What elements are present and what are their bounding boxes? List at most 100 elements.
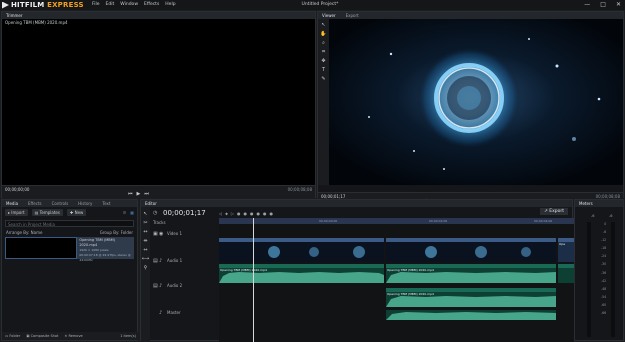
menu-bar: File Edit Window Effects Help (92, 2, 176, 7)
folder-label: Folder (9, 334, 21, 338)
list-view-icon[interactable]: ☰ (123, 210, 127, 215)
dot-icon-4[interactable]: ● (256, 211, 260, 216)
search-input[interactable]: Search in Project Media (5, 220, 134, 227)
select-tool-icon[interactable]: ↖ (321, 22, 325, 28)
audio-clip-3[interactable] (558, 264, 574, 283)
tab-history[interactable]: History (78, 201, 92, 206)
snap-icon[interactable]: ⚲ (144, 265, 148, 271)
trimmer-tabbar: Trimmer (2, 12, 315, 19)
dot-icon-2[interactable]: ● (243, 211, 247, 216)
dot-icon-6[interactable]: ● (269, 211, 273, 216)
tab-viewer[interactable]: Viewer (322, 13, 336, 18)
tab-editor[interactable]: Editor (145, 201, 157, 206)
viewer-preview[interactable] (329, 19, 623, 185)
tab-controls[interactable]: Controls (52, 201, 69, 206)
templates-label: Templates (39, 210, 60, 215)
timeline-tracks[interactable]: Opening TBM (MBM) 2020.mp4 Opening TBM (… (219, 218, 574, 342)
meter-scale-66: -66 (601, 311, 607, 316)
editor-timecode[interactable]: 00;00;01;17 (163, 209, 206, 217)
paint-tool-icon[interactable]: ✎ (321, 76, 325, 82)
menu-edit[interactable]: Edit (106, 2, 115, 7)
composite-shot-button[interactable]: ▣ Composite Shot (26, 334, 58, 338)
video-clip-3[interactable]: Ope (558, 238, 574, 262)
new-folder-button[interactable]: ▭ Folder (5, 334, 20, 338)
trimmer-controls: 00;00;00;00 00;00;08;08 ⏮ ▶ ⏭ (2, 185, 315, 198)
menu-effects[interactable]: Effects (144, 2, 159, 7)
audio-clip-2[interactable]: Opening TBM (MBM) 2020.mp4 (386, 264, 556, 283)
slice-tool-icon[interactable]: ✂ (143, 220, 147, 226)
new-button[interactable]: ✚ New (66, 209, 87, 216)
group-by-dropdown[interactable]: Group By: Folder (100, 230, 133, 235)
slip-tool-icon[interactable]: ↔ (143, 229, 147, 235)
crop-tool-icon[interactable]: ⌗ (322, 49, 325, 55)
timeline-controls: ◁ ⬥ ▷ ● ● ● ● ● ● (219, 211, 273, 216)
mark-in-icon[interactable]: ◁ (219, 211, 222, 216)
maximize-button[interactable]: □ (600, 1, 606, 8)
mark-out-icon[interactable]: ▷ (231, 211, 234, 216)
tab-media[interactable]: Media (6, 201, 18, 206)
templates-button[interactable]: ▤ Templates (31, 209, 63, 216)
dot-icon-1[interactable]: ● (237, 211, 241, 216)
tab-meters[interactable]: Meters (579, 201, 593, 206)
arrange-by-dropdown[interactable]: Arrange By: Name (6, 230, 42, 235)
meter-scale-18: -18 (601, 246, 607, 251)
mark-icon[interactable]: ⬥ (225, 211, 228, 216)
app-logo: HITFILM EXPRESS (2, 1, 84, 9)
step-back-icon[interactable]: ⏮ (128, 191, 133, 197)
pan-tool-icon[interactable]: ✋ (320, 31, 326, 37)
video-clip-1[interactable]: Opening TBM (MBM) 2020.mp4 (219, 238, 384, 262)
menu-help[interactable]: Help (165, 2, 175, 7)
meter-scale-42: -42 (601, 278, 607, 283)
export-label: Export (549, 209, 564, 214)
playhead[interactable] (253, 218, 254, 342)
audio-clip-1[interactable]: Opening TBM (MBM) 2020.mp4 (219, 264, 384, 283)
trimmer-clip-name: Opening TBM (MBM) 2020.mp4 (5, 20, 68, 25)
audio2-clip-lower[interactable] (386, 310, 556, 320)
logo-text: HITFILM EXPRESS (11, 1, 84, 9)
remove-button[interactable]: ✕ Remove (64, 334, 82, 338)
video-clip-2[interactable]: Opening TBM (MBM) 2020.mp4 (386, 238, 556, 262)
tab-trimmer[interactable]: Trimmer (6, 13, 23, 18)
dot-icon-5[interactable]: ● (263, 211, 267, 216)
viewer-tabbar: Viewer Export (318, 12, 623, 19)
export-button[interactable]: ↗ Export (540, 208, 568, 215)
dot-icon-3[interactable]: ● (250, 211, 254, 216)
rate-stretch-icon[interactable]: ⟷ (142, 256, 149, 262)
meter-scale-12: -12 (601, 238, 607, 243)
step-forward-icon[interactable]: ⏭ (144, 191, 149, 197)
logo-icon (2, 1, 9, 9)
meter-scale-6: -6 (603, 230, 607, 235)
tab-text[interactable]: Text (102, 201, 110, 206)
media-toolbar: ▸ Import ▤ Templates ✚ New ☰ ▦ (2, 207, 137, 218)
tab-effects[interactable]: Effects (28, 201, 42, 206)
speaker-icon-2[interactable]: ♪ (159, 283, 162, 289)
close-button[interactable]: ✕ (616, 1, 621, 8)
arrange-row: Arrange By: Name Group By: Folder (2, 229, 137, 236)
menu-window[interactable]: Window (120, 2, 138, 7)
visibility-eye-icon[interactable]: ◉ (159, 231, 163, 237)
selection-tool-icon[interactable]: ↖ (143, 211, 147, 217)
roll-tool-icon[interactable]: ⇔ (143, 247, 147, 253)
audio-track-icon-2: ▤ (153, 283, 158, 289)
audio2-clip[interactable]: Opening TBM (MBM) 2020.mp4 (386, 288, 556, 307)
meter-scale-24: -24 (601, 254, 607, 259)
video-clip-3-title: Ope (559, 242, 566, 246)
master-speaker-icon[interactable]: ♪ (159, 310, 162, 316)
tab-export[interactable]: Export (346, 13, 359, 18)
play-icon[interactable]: ▶ (137, 191, 141, 197)
menu-file[interactable]: File (92, 2, 100, 7)
media-item[interactable]: Opening TBM (MBM) 2020.mp4 1920 × 1080 p… (5, 237, 134, 262)
meter-peak-left: -6 (591, 214, 595, 218)
minimize-button[interactable]: — (584, 1, 590, 8)
meter-scale: 0 -6 -12 -18 -24 -30 -36 -42 -48 -54 -60… (601, 222, 606, 315)
import-button[interactable]: ▸ Import (5, 209, 28, 216)
move-tool-icon[interactable]: ✥ (321, 58, 325, 64)
ruler-tick-2: 00;00;02;00 (429, 219, 448, 223)
text-tool-icon[interactable]: T (322, 67, 325, 73)
trimmer-time-right: 00;00;08;08 (287, 187, 312, 192)
zoom-tool-icon[interactable]: ⌕ (322, 40, 325, 46)
speaker-icon-1[interactable]: ♪ (159, 258, 162, 264)
ripple-tool-icon[interactable]: ⇹ (143, 238, 147, 244)
grid-view-icon[interactable]: ▦ (130, 210, 134, 215)
trimmer-preview[interactable]: Opening TBM (MBM) 2020.mp4 (2, 19, 315, 185)
